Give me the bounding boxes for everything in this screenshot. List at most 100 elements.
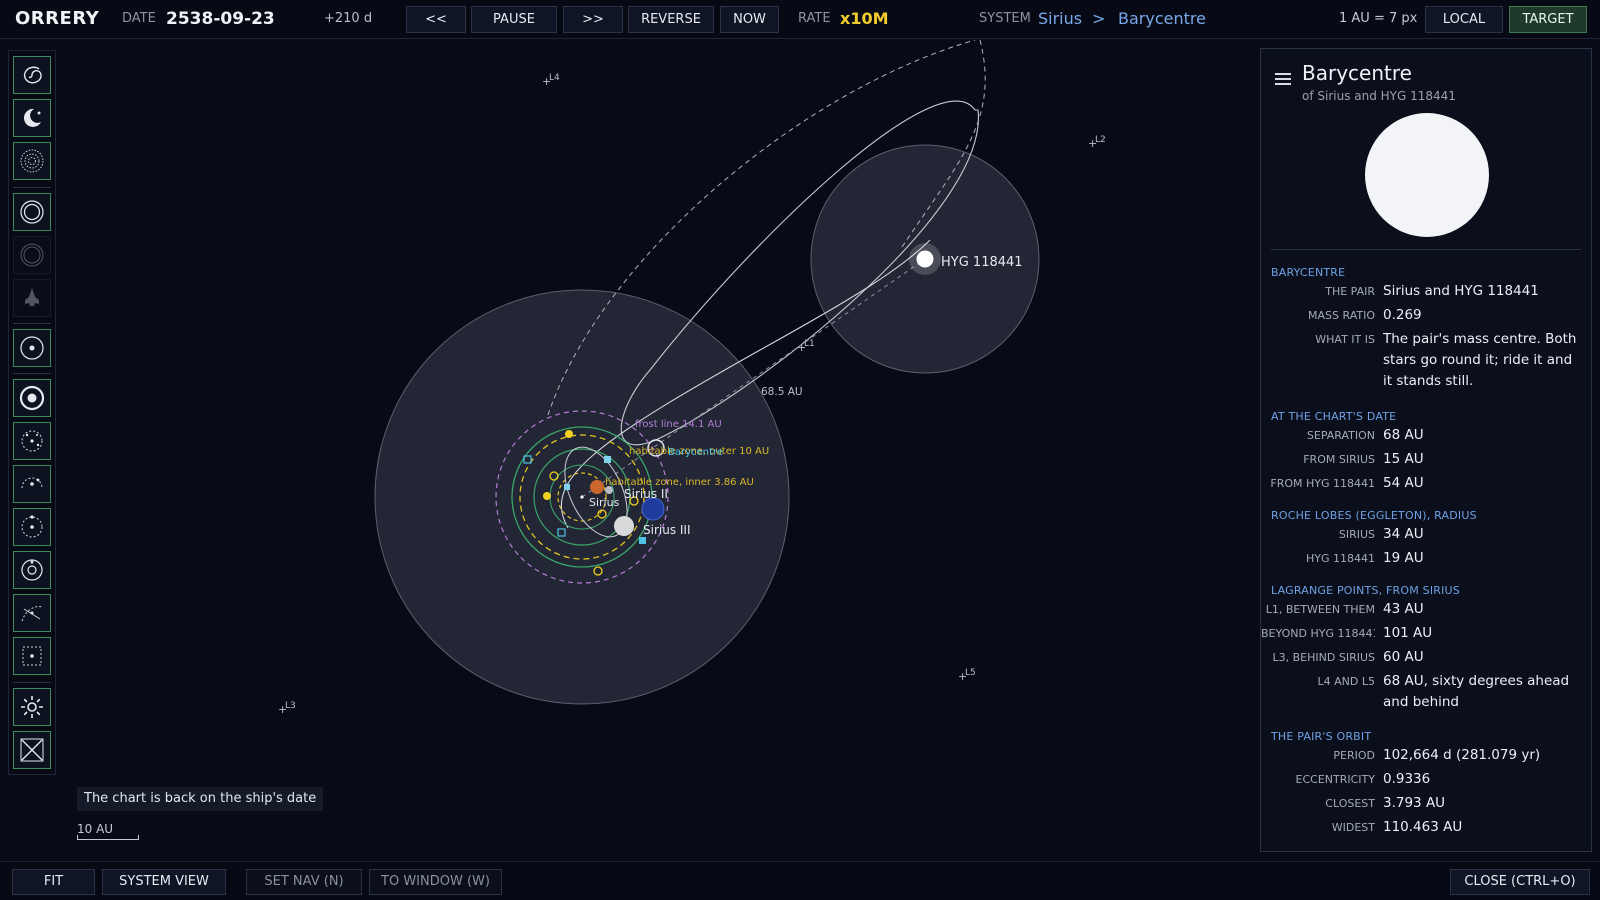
orbit-ring-icon [20, 200, 44, 224]
rate-label: RATE [798, 11, 831, 26]
row-key: MASS RATIO [1308, 309, 1375, 322]
planet-marker[interactable] [543, 492, 551, 500]
lagrange-l2[interactable]: + L2 [1088, 135, 1106, 150]
svg-text:L2: L2 [1095, 135, 1106, 145]
panel-title: Barycentre [1302, 61, 1412, 85]
section-heading: AT THE CHART'S DATE [1271, 410, 1397, 423]
target-button[interactable]: TARGET [1509, 6, 1587, 33]
set-nav-button[interactable]: SET NAV (N) [246, 869, 362, 895]
tool-bullseye[interactable] [13, 379, 51, 417]
to-window-button[interactable]: TO WINDOW (W) [369, 869, 502, 895]
date-label: DATE [122, 11, 156, 26]
row-value: 0.9336 [1383, 771, 1431, 787]
body-preview-disc [1365, 113, 1489, 237]
arc-dots-icon [21, 477, 43, 489]
sirius-iii-planet[interactable] [614, 516, 634, 536]
row-value: 34 AU [1383, 526, 1424, 542]
station-marker[interactable] [604, 456, 611, 463]
tool-scatter[interactable] [13, 422, 51, 460]
tool-orbit-rings[interactable] [13, 193, 51, 231]
status-toast: The chart is back on the ship's date [77, 787, 324, 811]
row-value: Sirius and HYG 118441 [1383, 283, 1539, 299]
row-value: The pair's mass centre. Both stars go ro… [1383, 331, 1577, 389]
tool-settings[interactable] [13, 688, 51, 726]
step-forward-button[interactable]: >> [563, 6, 623, 33]
menu-icon[interactable] [1275, 73, 1291, 87]
app-title: ORRERY [15, 8, 100, 29]
row-key: L1, BETWEEN THEM [1265, 603, 1375, 616]
row-key: THE PAIR [1325, 285, 1375, 298]
planet-marker[interactable] [565, 430, 573, 438]
tool-dust-rings[interactable] [13, 142, 51, 180]
section-heading: LAGRANGE POINTS, FROM SIRIUS [1271, 584, 1460, 597]
section-heading: THE PAIR'S ORBIT [1271, 730, 1372, 743]
row-value: 101 AU [1383, 625, 1433, 641]
orbit-dot-icon [21, 515, 43, 538]
orrery-chart[interactable]: HYG 118441 68.5 AU frost line 14.1 AU ha… [60, 40, 1260, 860]
sirius-ii-planet[interactable] [590, 480, 604, 494]
row-key: ECCENTRICITY [1295, 773, 1375, 786]
close-button[interactable]: CLOSE (CTRL+O) [1450, 869, 1590, 895]
station-marker[interactable] [564, 484, 570, 490]
tool-close-x[interactable] [13, 731, 51, 769]
tool-trajectory[interactable] [13, 594, 51, 632]
station-marker[interactable] [639, 537, 646, 544]
panel-subtitle: of Sirius and HYG 118441 [1302, 89, 1456, 103]
sirius-ii-label: Sirius II [624, 487, 668, 501]
frost-line-label: frost line 14.1 AU [635, 419, 722, 430]
section-heading: BARYCENTRE [1271, 266, 1346, 279]
breadcrumb-system[interactable]: Sirius [1038, 0, 1082, 39]
tool-target-orbit[interactable] [13, 329, 51, 367]
row-value: 0.269 [1383, 307, 1422, 323]
row-value: 68 AU, sixty degrees ahead and behind [1383, 673, 1570, 710]
tool-faint-rings[interactable] [13, 236, 51, 274]
tool-orbit-dot[interactable] [13, 508, 51, 546]
row-value: 15 AU [1383, 451, 1424, 467]
now-button[interactable]: NOW [720, 6, 779, 33]
row-value: 19 AU [1383, 550, 1424, 566]
row-value: 3.793 AU [1383, 795, 1446, 811]
step-back-button[interactable]: << [406, 6, 466, 33]
row-key: PERIOD [1333, 749, 1375, 762]
row-value: 68 AU [1383, 427, 1424, 443]
info-panel: Barycentre of Sirius and HYG 118441 BARY… [1260, 48, 1592, 852]
svg-text:L1: L1 [804, 339, 815, 349]
lagrange-l3[interactable]: + L3 [278, 701, 296, 716]
sirius-label: Sirius [589, 496, 620, 509]
pause-button[interactable]: PAUSE [471, 6, 557, 33]
hyg-label: HYG 118441 [941, 255, 1023, 270]
lagrange-l5[interactable]: + L5 [958, 668, 976, 683]
tool-arc[interactable] [13, 465, 51, 503]
galaxy-icon [23, 66, 42, 84]
tool-concentric[interactable] [13, 551, 51, 589]
sirius-star[interactable] [580, 495, 584, 499]
row-key: L3, BEHIND SIRIUS [1272, 651, 1375, 664]
hyg-star[interactable] [916, 250, 934, 268]
lagrange-l1[interactable]: + L1 [797, 339, 815, 354]
svg-text:L4: L4 [549, 73, 560, 83]
crescent-icon [23, 108, 41, 127]
date-value: 2538-09-23 [166, 9, 275, 29]
system-view-button[interactable]: SYSTEM VIEW [102, 869, 226, 895]
rate-value[interactable]: x10M [840, 0, 889, 39]
separation-label: 68.5 AU [761, 386, 803, 398]
fit-button[interactable]: FIT [12, 869, 95, 895]
tool-galaxy[interactable] [13, 56, 51, 94]
row-key: BEYOND HYG 118441 [1261, 627, 1375, 640]
tool-square-orbit[interactable] [13, 637, 51, 675]
row-key: WHAT IT IS [1315, 333, 1375, 346]
scale-readout: 1 AU = 7 px [1339, 11, 1418, 26]
tool-ship[interactable] [13, 279, 51, 317]
row-value: 43 AU [1383, 601, 1424, 617]
local-button[interactable]: LOCAL [1425, 6, 1503, 33]
tool-moons[interactable] [13, 99, 51, 137]
breadcrumb-target[interactable]: Barycentre [1118, 0, 1206, 39]
svg-text:L5: L5 [965, 668, 976, 678]
lagrange-l4[interactable]: + L4 [542, 73, 560, 88]
blue-planet[interactable] [641, 497, 665, 521]
row-value: 102,664 d (281.079 yr) [1383, 747, 1541, 763]
sirius-iii-label: Sirius III [643, 523, 691, 537]
reverse-button[interactable]: REVERSE [628, 6, 714, 33]
row-key: HYG 118441 [1305, 552, 1375, 565]
breadcrumb-separator: > [1092, 9, 1106, 28]
